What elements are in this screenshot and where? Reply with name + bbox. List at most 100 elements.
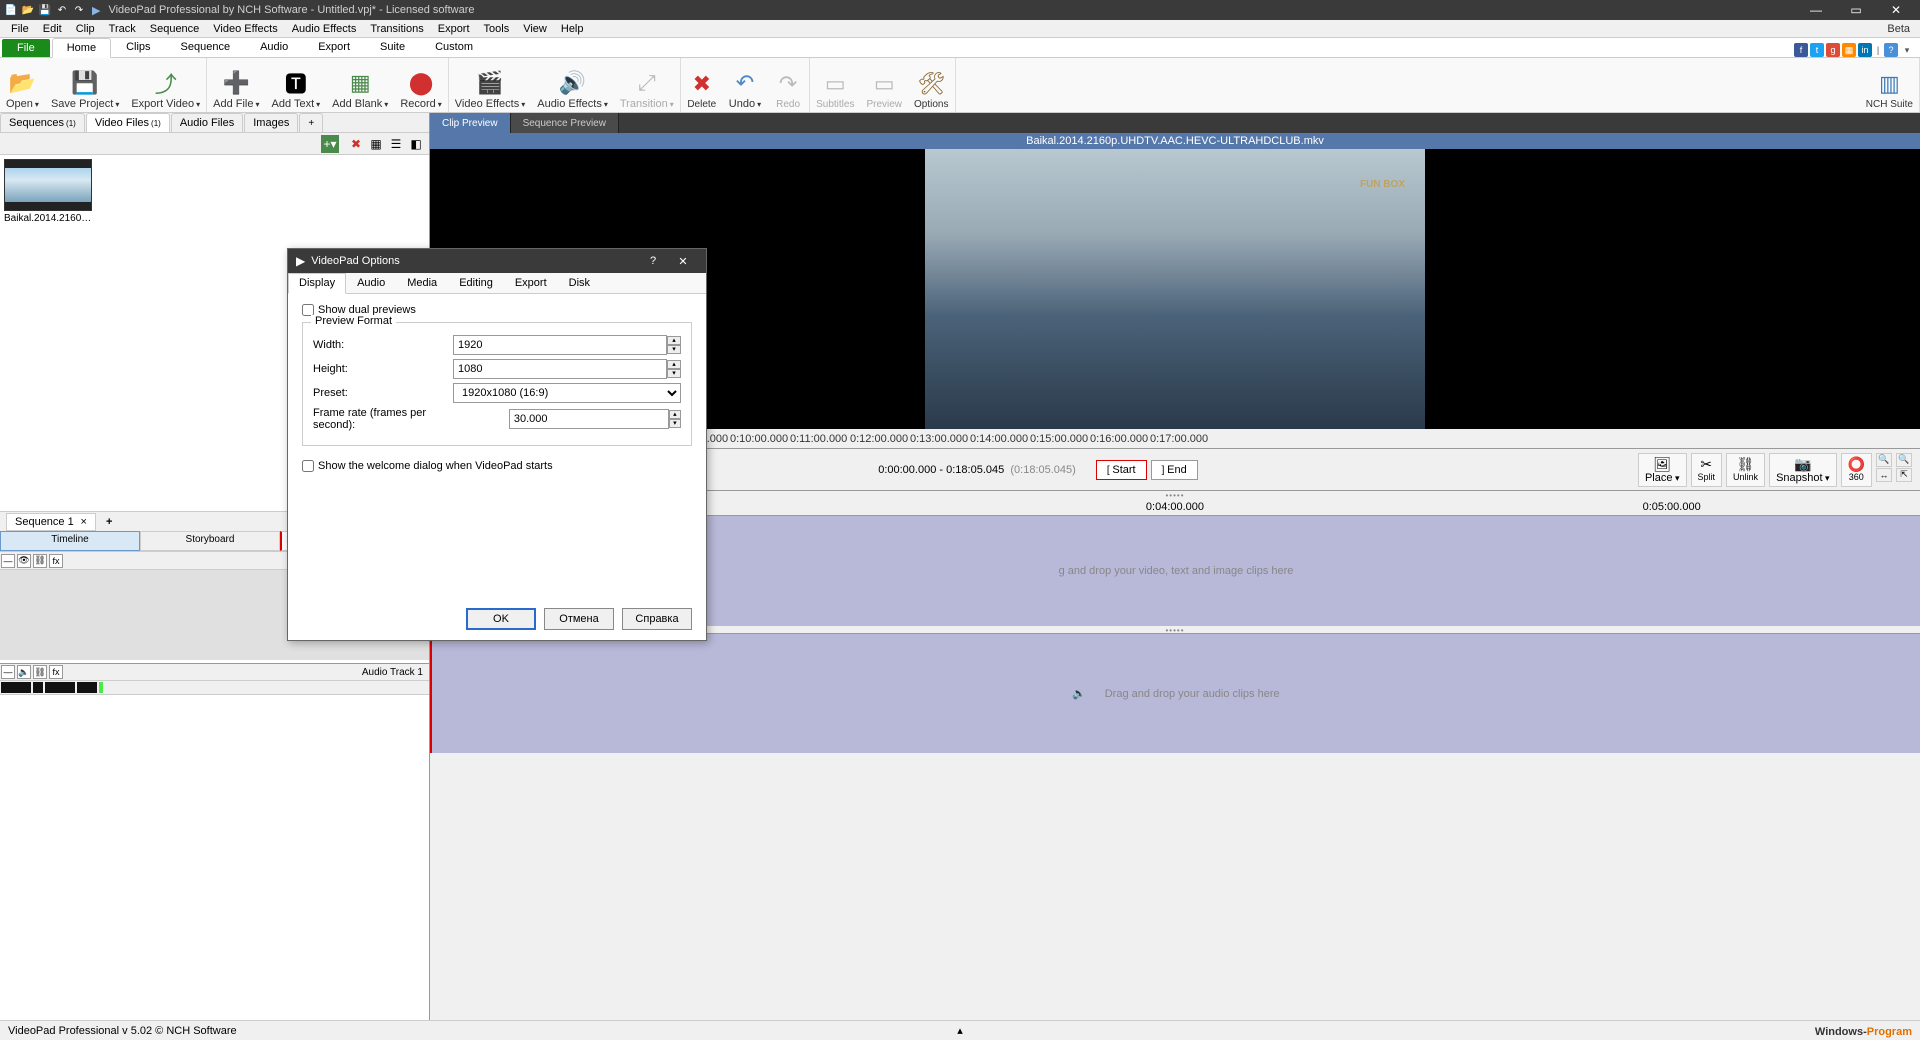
options-tab-editing[interactable]: Editing [448,273,504,293]
view-thumbs-icon[interactable]: ▦ [367,135,385,153]
set-start-button[interactable]: [ Start [1096,460,1147,480]
rss-icon[interactable]: ▦ [1842,43,1856,57]
qat-redo-icon[interactable]: ↷ [72,3,86,17]
place-button[interactable]: 🖼Place ▾ [1638,453,1687,487]
help-button[interactable]: Справка [622,608,692,630]
spin-down-icon[interactable]: ▾ [669,419,681,428]
height-input[interactable] [453,359,667,379]
tab-add[interactable]: + [299,113,323,132]
tab-audio-files[interactable]: Audio Files [171,113,243,132]
dialog-titlebar[interactable]: ▶ VideoPad Options ? ✕ [288,249,706,273]
menu-help[interactable]: Help [554,23,591,35]
subtitles-button[interactable]: ▭Subtitles [810,58,860,112]
tab-video-files[interactable]: Video Files(1) [86,113,170,132]
ok-button[interactable]: OK [466,608,536,630]
zoom-fit-icon[interactable]: ↔ [1876,468,1892,482]
add-sequence-button[interactable]: + [100,516,118,528]
transition-button[interactable]: ⤢Transition▾ [614,58,680,112]
menu-tools[interactable]: Tools [477,23,517,35]
facebook-icon[interactable]: f [1794,43,1808,57]
spin-up-icon[interactable]: ▴ [667,360,681,369]
ribbon-tab-home[interactable]: Home [52,38,111,58]
fps-input[interactable] [509,409,669,429]
zoom-marker-icon[interactable]: ⇱ [1896,468,1912,482]
linkedin-icon[interactable]: in [1858,43,1872,57]
tab-sequences[interactable]: Sequences(1) [0,113,85,132]
qat-open-icon[interactable]: 📂 [21,3,35,17]
menu-transitions[interactable]: Transitions [363,23,430,35]
options-tab-media[interactable]: Media [396,273,448,293]
close-sequence-icon[interactable]: × [81,516,87,528]
tab-images[interactable]: Images [244,113,298,132]
add-text-button[interactable]: 🆃Add Text▾ [266,58,327,112]
options-tab-disk[interactable]: Disk [558,273,601,293]
minimize-button[interactable]: — [1796,0,1836,20]
fx-icon[interactable]: fx [49,665,63,679]
ribbon-tab-suite[interactable]: Suite [365,37,420,57]
undo-button[interactable]: ↶Undo▾ [723,58,767,112]
menu-clip[interactable]: Clip [69,23,102,35]
sequence-tab-1[interactable]: Sequence 1 × [6,513,96,531]
menu-track[interactable]: Track [102,23,143,35]
menu-sequence[interactable]: Sequence [143,23,207,35]
layout-icon[interactable]: ◧ [407,135,425,153]
mute-icon[interactable]: 🔈 [17,665,31,679]
expand-icon[interactable]: ▴ [957,1024,963,1037]
view-list-icon[interactable]: ☰ [387,135,405,153]
set-end-button[interactable]: ] End [1151,460,1198,480]
spin-down-icon[interactable]: ▾ [667,345,681,354]
add-blank-button[interactable]: ▦Add Blank▾ [326,58,394,112]
options-tab-display[interactable]: Display [288,273,346,294]
video-effects-button[interactable]: 🎬Video Effects▾ [449,58,531,112]
snapshot-button[interactable]: 📷Snapshot ▾ [1769,453,1837,487]
timeline-audio-track[interactable]: 🔉 Drag and drop your audio clips here [430,633,1920,753]
menu-audio-effects[interactable]: Audio Effects [285,23,364,35]
open-button[interactable]: 📂Open▾ [0,58,45,112]
spin-up-icon[interactable]: ▴ [669,410,681,419]
menu-edit[interactable]: Edit [36,23,69,35]
save-project-button[interactable]: 💾Save Project▾ [45,58,125,112]
preset-select[interactable]: 1920x1080 (16:9) [453,383,681,403]
options-tab-audio[interactable]: Audio [346,273,396,293]
expand-icon[interactable]: — [1,665,15,679]
ribbon-tab-custom[interactable]: Custom [420,37,488,57]
record-button[interactable]: ⬤Record▾ [394,58,447,112]
qat-undo-icon[interactable]: ↶ [55,3,69,17]
expand-icon[interactable]: — [1,554,15,568]
zoom-in-icon[interactable]: 🔍 [1876,453,1892,467]
storyboard-view-button[interactable]: Storyboard [140,531,280,551]
fx-icon[interactable]: fx [49,554,63,568]
visible-icon[interactable]: 👁 [17,554,31,568]
qat-save-icon[interactable]: 💾 [38,3,52,17]
ribbon-tab-file[interactable]: File [2,39,50,57]
dialog-help-icon[interactable]: ? [638,255,668,268]
ribbon-tab-sequence[interactable]: Sequence [166,37,246,57]
delete-media-icon[interactable]: ✖ [347,135,365,153]
close-button[interactable]: ✕ [1876,0,1916,20]
unlink-button[interactable]: ⛓Unlink [1726,453,1765,487]
welcome-dialog-checkbox[interactable]: Show the welcome dialog when VideoPad st… [302,460,692,472]
twitter-icon[interactable]: t [1810,43,1824,57]
export-video-button[interactable]: ⤴Export Video▾ [125,58,206,112]
media-thumbnail[interactable]: Baikal.2014.2160p.U... [4,159,94,507]
width-input[interactable] [453,335,667,355]
spin-up-icon[interactable]: ▴ [667,336,681,345]
menu-view[interactable]: View [516,23,554,35]
google-plus-icon[interactable]: g [1826,43,1840,57]
maximize-button[interactable]: ▭ [1836,0,1876,20]
qat-new-icon[interactable]: 📄 [4,3,18,17]
help-icon[interactable]: ? [1884,43,1898,57]
split-button[interactable]: ✂Split [1691,453,1723,487]
redo-button[interactable]: ↷Redo [767,58,809,112]
lock-icon[interactable]: ⛓ [33,554,47,568]
ribbon-tab-export[interactable]: Export [303,37,365,57]
audio-effects-button[interactable]: 🔊Audio Effects▾ [531,58,614,112]
clip-preview-tab[interactable]: Clip Preview [430,113,511,133]
360-button[interactable]: ⭕360 [1841,453,1872,487]
dialog-close-icon[interactable]: ✕ [668,255,698,268]
options-tab-export[interactable]: Export [504,273,558,293]
ribbon-tab-clips[interactable]: Clips [111,37,165,57]
spin-down-icon[interactable]: ▾ [667,369,681,378]
delete-button[interactable]: ✖Delete [681,58,723,112]
menu-file[interactable]: File [4,23,36,35]
